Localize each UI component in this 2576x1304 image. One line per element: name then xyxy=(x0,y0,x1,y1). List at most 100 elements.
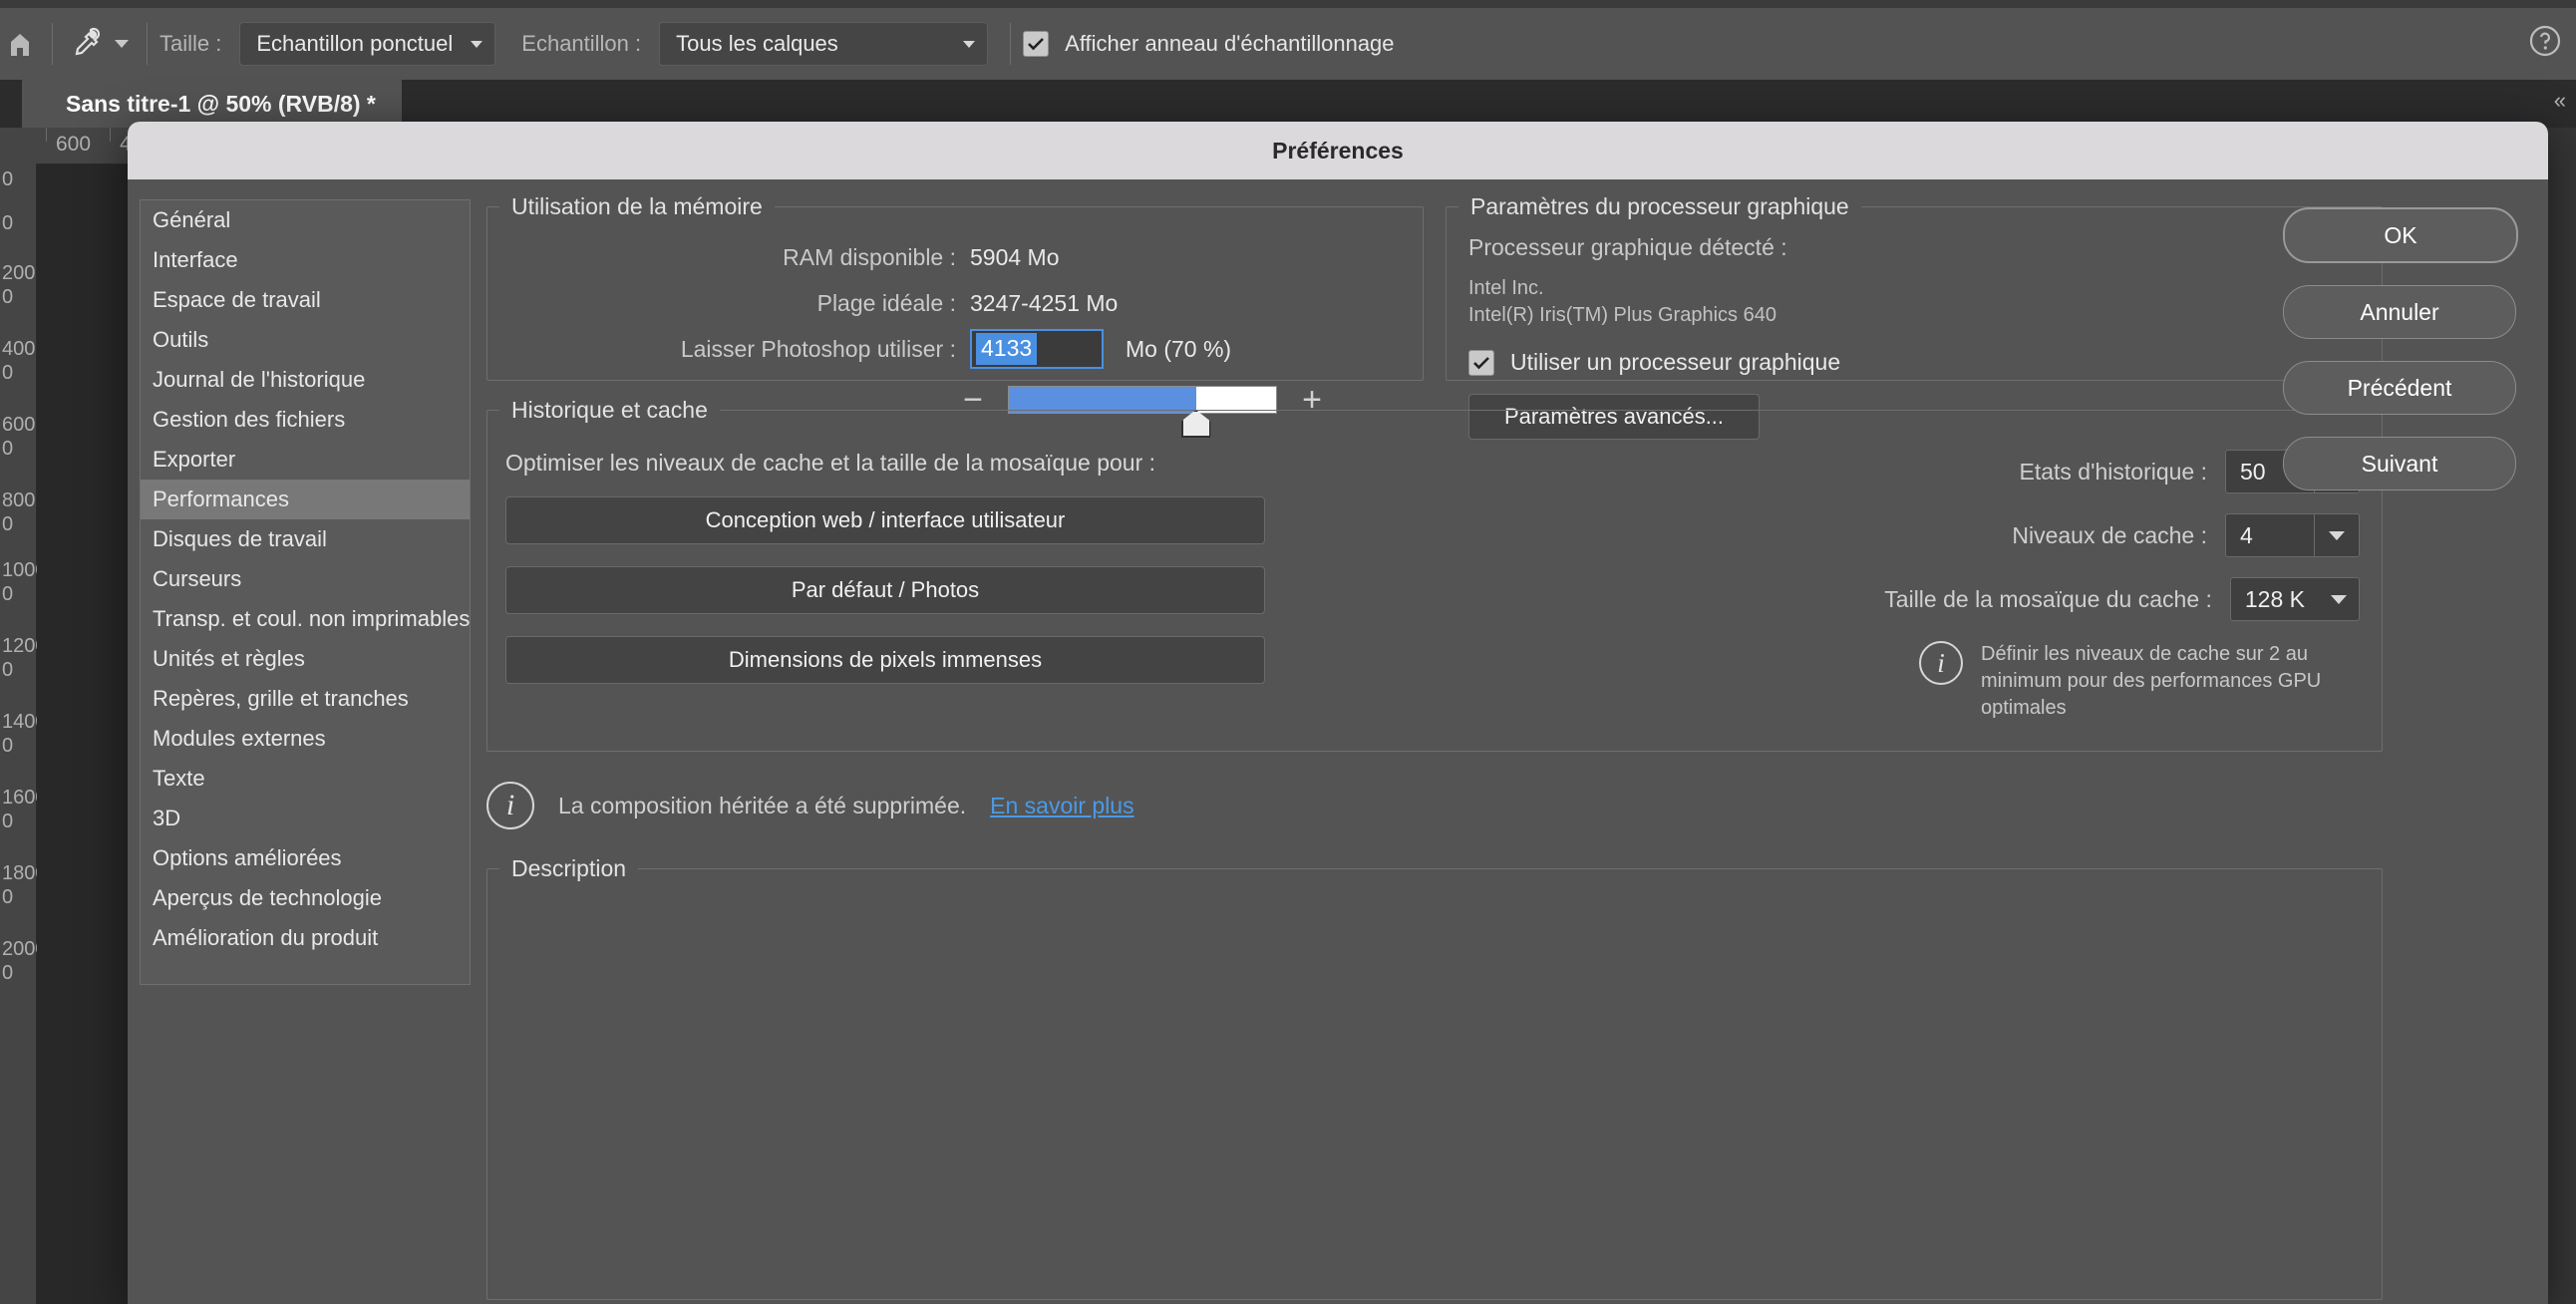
sidebar-item-product-improve[interactable]: Amélioration du produit xyxy=(141,918,470,958)
preferences-content: Utilisation de la mémoire RAM disponible… xyxy=(486,193,2249,1304)
sidebar-item-label: Repères, grille et tranches xyxy=(153,686,409,712)
ideal-range-row: Plage idéale : 3247-4251 Mo xyxy=(487,280,1423,326)
sidebar-item-performance[interactable]: Performances xyxy=(141,480,470,519)
use-gpu-checkbox[interactable]: Utiliser un processeur graphique xyxy=(1468,349,2382,376)
sidebar-item-cursors[interactable]: Curseurs xyxy=(141,559,470,599)
sidebar-item-3d[interactable]: 3D xyxy=(141,799,470,838)
sidebar-item-label: Amélioration du produit xyxy=(153,925,378,951)
ruler-label: 0 xyxy=(2,660,34,680)
sidebar-item-export[interactable]: Exporter xyxy=(141,440,470,480)
chevron-down-icon xyxy=(963,41,975,48)
ruler-label: 1400 xyxy=(2,712,34,732)
ruler-label: 1200 xyxy=(2,636,34,656)
memory-amount-input[interactable]: 4133 xyxy=(970,329,1104,369)
sidebar-item-workspace[interactable]: Espace de travail xyxy=(141,280,470,320)
sidebar-item-units-rulers[interactable]: Unités et règles xyxy=(141,639,470,679)
sidebar-item-general[interactable]: Général xyxy=(141,200,470,240)
eyedropper-tool-button[interactable] xyxy=(65,26,135,63)
ruler-label: 400 xyxy=(2,339,34,359)
collapse-panels-icon[interactable]: « xyxy=(2554,88,2566,114)
tile-size-value: 128 K xyxy=(2231,586,2319,613)
home-icon[interactable] xyxy=(0,30,40,58)
chevron-down-icon[interactable] xyxy=(115,40,129,48)
sidebar-item-label: Espace de travail xyxy=(153,287,321,313)
preset-web-ui-button[interactable]: Conception web / interface utilisateur xyxy=(505,496,1265,544)
sidebar-item-guides-grid[interactable]: Repères, grille et tranches xyxy=(141,679,470,719)
sidebar-item-label: Curseurs xyxy=(153,566,241,592)
show-sampling-ring-checkbox[interactable]: Afficher anneau d'échantillonnage xyxy=(1023,31,1394,57)
preferences-category-list[interactable]: Général Interface Espace de travail Outi… xyxy=(140,199,471,985)
description-legend: Description xyxy=(499,855,638,882)
tile-size-select[interactable]: 128 K xyxy=(2230,577,2360,621)
ruler-label: 1000 xyxy=(2,560,34,580)
next-button[interactable]: Suivant xyxy=(2283,437,2516,490)
document-tab-title: Sans titre-1 @ 50% (RVB/8) * xyxy=(66,91,376,118)
sidebar-item-label: Unités et règles xyxy=(153,646,305,672)
sidebar-item-type[interactable]: Texte xyxy=(141,759,470,799)
memory-usage-group: Utilisation de la mémoire RAM disponible… xyxy=(486,193,1424,381)
description-text xyxy=(487,882,2382,922)
ruler-label: 600 xyxy=(2,415,34,435)
sidebar-item-label: Exporter xyxy=(153,447,235,473)
available-ram-label: RAM disponible : xyxy=(487,244,970,271)
checkbox-icon xyxy=(1468,350,1494,376)
help-icon[interactable] xyxy=(2528,24,2562,63)
sample-size-select[interactable]: Echantillon ponctuel xyxy=(239,22,495,66)
window-top-strip xyxy=(0,0,2576,8)
sample-label: Echantillon : xyxy=(521,31,641,57)
learn-more-link[interactable]: En savoir plus xyxy=(990,793,1133,819)
sidebar-item-label: Journal de l'historique xyxy=(153,367,365,393)
preset-default-photos-button[interactable]: Par défaut / Photos xyxy=(505,566,1265,614)
chevron-down-icon xyxy=(471,41,483,48)
ruler-label: 0 xyxy=(2,584,34,604)
memory-amount-value: 4133 xyxy=(976,333,1037,365)
sidebar-item-label: Texte xyxy=(153,766,205,792)
sidebar-item-plugins[interactable]: Modules externes xyxy=(141,719,470,759)
sample-layers-select[interactable]: Tous les calques xyxy=(659,22,988,66)
document-tab[interactable]: close-icon Sans titre-1 @ 50% (RVB/8) * xyxy=(22,80,402,128)
ideal-range-value: 3247-4251 Mo xyxy=(970,290,1118,317)
memory-usage-legend: Utilisation de la mémoire xyxy=(499,193,775,220)
sidebar-item-label: Général xyxy=(153,207,230,233)
sidebar-item-history-log[interactable]: Journal de l'historique xyxy=(141,360,470,400)
dialog-action-buttons: OK Annuler Précédent Suivant xyxy=(2283,207,2514,512)
separator xyxy=(52,23,53,65)
cache-levels-row: Niveaux de cache : 4 xyxy=(1602,513,2360,557)
sidebar-item-interface[interactable]: Interface xyxy=(141,240,470,280)
ruler-label: 1600 xyxy=(2,788,34,808)
preset-huge-pixels-button[interactable]: Dimensions de pixels immenses xyxy=(505,636,1265,684)
sidebar-item-enhanced[interactable]: Options améliorées xyxy=(141,838,470,878)
sidebar-item-label: Aperçus de technologie xyxy=(153,885,382,911)
available-ram-row: RAM disponible : 5904 Mo xyxy=(487,234,1423,280)
sidebar-item-tech-previews[interactable]: Aperçus de technologie xyxy=(141,878,470,918)
memory-amount-unit: Mo (70 %) xyxy=(1126,336,1231,363)
gpu-settings-legend: Paramètres du processeur graphique xyxy=(1458,193,1861,220)
sample-size-value: Echantillon ponctuel xyxy=(256,31,453,57)
sidebar-item-transparency[interactable]: Transp. et coul. non imprimables xyxy=(141,599,470,639)
sidebar-item-scratch-disks[interactable]: Disques de travail xyxy=(141,519,470,559)
gpu-settings-group: Paramètres du processeur graphique Proce… xyxy=(1446,193,2383,381)
ok-button[interactable]: OK xyxy=(2283,207,2518,263)
available-ram-value: 5904 Mo xyxy=(970,244,1060,271)
chevron-down-icon xyxy=(2319,578,2359,620)
sidebar-item-label: Outils xyxy=(153,327,208,353)
ruler-label: 200 xyxy=(2,263,34,283)
sidebar-item-file-handling[interactable]: Gestion des fichiers xyxy=(141,400,470,440)
sidebar-item-tools[interactable]: Outils xyxy=(141,320,470,360)
ruler-label: 0 xyxy=(2,812,34,831)
info-icon: i xyxy=(486,782,534,829)
sidebar-item-label: Gestion des fichiers xyxy=(153,407,345,433)
ruler-label: 800 xyxy=(2,490,34,510)
ruler-label: 0 xyxy=(2,514,34,534)
cache-levels-select[interactable]: 4 xyxy=(2225,513,2360,557)
let-photoshop-use-label: Laisser Photoshop utiliser : xyxy=(487,336,970,363)
cancel-button[interactable]: Annuler xyxy=(2283,285,2516,339)
sidebar-item-label: Performances xyxy=(153,487,289,512)
tool-options-bar: Taille : Echantillon ponctuel Echantillo… xyxy=(0,8,2576,81)
checkbox-icon xyxy=(1023,31,1049,57)
cache-levels-label: Niveaux de cache : xyxy=(2012,522,2207,549)
ruler-label: 0 xyxy=(2,169,34,189)
history-states-label: Etats d'historique : xyxy=(2020,459,2208,486)
eyedropper-icon xyxy=(71,26,101,63)
previous-button[interactable]: Précédent xyxy=(2283,361,2516,415)
